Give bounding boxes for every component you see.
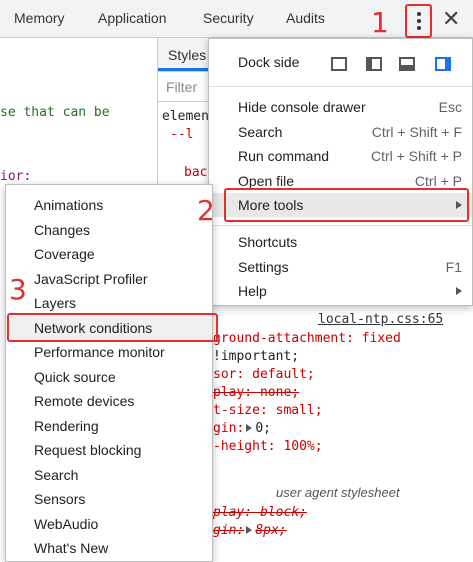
- dock-left-icon[interactable]: [366, 57, 382, 71]
- dock-bottom-icon[interactable]: [399, 57, 415, 71]
- element-selector: elemen: [162, 109, 209, 124]
- submenu-item-rendering[interactable]: Rendering: [6, 414, 212, 438]
- tab-application[interactable]: Application: [98, 10, 167, 26]
- styles-filter-input[interactable]: Filter: [166, 79, 197, 95]
- menu-item-label: Shortcuts: [238, 234, 298, 250]
- css-rule-line: !important;: [213, 349, 300, 364]
- submenu-item-label: Search: [34, 467, 79, 483]
- expand-triangle-icon[interactable]: [246, 526, 253, 534]
- submenu-item-search[interactable]: Search: [6, 463, 212, 487]
- vertical-ellipsis-icon[interactable]: [405, 4, 432, 38]
- annotation-highlight: [7, 313, 218, 342]
- annotation-step-1: 1: [371, 6, 389, 39]
- submenu-item-performance-monitor[interactable]: Performance monitor: [6, 340, 212, 364]
- submenu-item-layers[interactable]: Layers: [6, 291, 212, 315]
- submenu-item-remote-devices[interactable]: Remote devices: [6, 389, 212, 413]
- ua-rule-line: gin: 8px;: [213, 523, 287, 538]
- tab-audits[interactable]: Audits: [286, 10, 325, 26]
- submenu-item-quick-source[interactable]: Quick source: [6, 365, 212, 389]
- submenu-item-label: Changes: [34, 222, 91, 238]
- submenu-item-label: What's New: [34, 540, 109, 556]
- submenu-item-label: Rendering: [34, 418, 99, 434]
- main-menu: Dock side Hide console drawer Esc Search…: [208, 38, 473, 306]
- submenu-item-label: WebAudio: [34, 516, 99, 532]
- css-rule-line: ground-attachment: fixed: [213, 331, 401, 346]
- annotation-step-2: 2: [197, 194, 215, 227]
- submenu-item-javascript-profiler[interactable]: JavaScript Profiler: [6, 267, 212, 291]
- submenu-item-label: Coverage: [34, 246, 95, 262]
- submenu-item-label: Layers: [34, 295, 77, 311]
- css-rule-line-overridden: play: none;: [213, 385, 300, 400]
- dock-side-label: Dock side: [238, 54, 300, 70]
- ua-rule-line: play: block;: [213, 505, 307, 520]
- dock-right-icon[interactable]: [435, 57, 451, 71]
- menu-shortcut: F1: [445, 259, 462, 275]
- css-var-name: --l: [170, 127, 194, 142]
- menu-item-label: Help: [238, 283, 267, 299]
- menu-shortcut: Ctrl + Shift + F: [371, 124, 462, 140]
- submenu-item-label: Request blocking: [34, 442, 142, 458]
- submenu-item-coverage[interactable]: Coverage: [6, 242, 212, 266]
- menu-item-label: Settings: [238, 259, 289, 275]
- css-rule-line: sor: default;: [213, 367, 315, 382]
- chevron-right-icon: [456, 287, 462, 295]
- more-tools-submenu: Animations Changes Coverage JavaScript P…: [5, 184, 218, 562]
- menu-item-label: Hide console drawer: [238, 99, 366, 115]
- expand-triangle-icon[interactable]: [246, 424, 253, 432]
- css-prop-name: bac: [184, 165, 208, 180]
- menu-item-help[interactable]: Help: [209, 279, 472, 303]
- menu-item-settings[interactable]: Settings F1: [209, 255, 472, 279]
- source-link[interactable]: local-ntp.css:65: [318, 311, 443, 329]
- menu-divider: [209, 86, 472, 87]
- dock-side-row: Dock side: [209, 50, 472, 76]
- menu-divider: [209, 225, 472, 226]
- annotation-step-3: 3: [9, 273, 27, 306]
- css-rule-line: -height: 100%;: [213, 439, 323, 454]
- css-rule-line: t-size: small;: [213, 403, 323, 418]
- submenu-item-label: JavaScript Profiler: [34, 271, 148, 287]
- close-icon[interactable]: ✕: [442, 6, 460, 32]
- menu-item-hide-console[interactable]: Hide console drawer Esc: [209, 95, 472, 119]
- submenu-item-label: Remote devices: [34, 393, 135, 409]
- menu-shortcut: Ctrl + P: [414, 173, 462, 189]
- submenu-item-label: Quick source: [34, 369, 116, 385]
- menu-item-run-command[interactable]: Run command Ctrl + Shift + P: [209, 144, 472, 168]
- submenu-item-animations[interactable]: Animations: [6, 193, 212, 217]
- menu-item-shortcuts[interactable]: Shortcuts: [209, 230, 472, 254]
- user-agent-label: user agent stylesheet: [276, 485, 400, 500]
- undock-icon[interactable]: [331, 57, 347, 71]
- tab-styles[interactable]: Styles: [168, 47, 206, 63]
- tab-security[interactable]: Security: [203, 10, 254, 26]
- tab-memory[interactable]: Memory: [14, 10, 65, 26]
- menu-item-search[interactable]: Search Ctrl + Shift + F: [209, 120, 472, 144]
- menu-shortcut: Ctrl + Shift + P: [370, 148, 462, 164]
- submenu-item-changes[interactable]: Changes: [6, 218, 212, 242]
- code-comment-line: se that can be: [0, 105, 110, 120]
- submenu-item-whats-new[interactable]: What's New: [6, 536, 212, 560]
- annotation-highlight: [224, 188, 469, 222]
- submenu-item-sensors[interactable]: Sensors: [6, 487, 212, 511]
- menu-item-label: Open file: [238, 173, 295, 189]
- submenu-item-label: Animations: [34, 197, 104, 213]
- menu-shortcut: Esc: [438, 99, 462, 115]
- submenu-item-label: Sensors: [34, 491, 86, 507]
- submenu-item-webaudio[interactable]: WebAudio: [6, 512, 212, 536]
- menu-item-label: Search: [238, 124, 283, 140]
- menu-item-label: Run command: [238, 148, 330, 164]
- css-rule-line: gin: 0;: [213, 421, 271, 436]
- submenu-item-request-blocking[interactable]: Request blocking: [6, 438, 212, 462]
- devtools-tab-bar: Memory Application Security Audits ✕: [0, 0, 473, 38]
- submenu-item-label: Performance monitor: [34, 344, 165, 360]
